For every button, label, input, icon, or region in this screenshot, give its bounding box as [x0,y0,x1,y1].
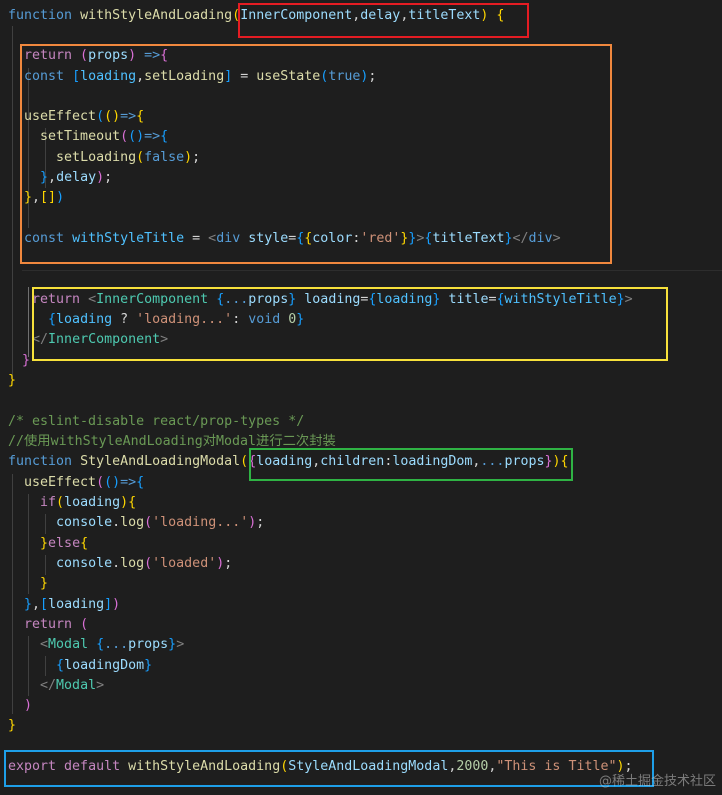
code-line: </Modal> [8,676,104,696]
code-token: } [24,597,33,612]
code-token: function [8,8,81,23]
code-line: ) [8,696,32,716]
code-token: Modal [56,678,97,693]
code-token: else [48,536,81,551]
code-line: } [8,574,48,594]
code-token: 'loaded' [152,556,217,571]
code-token: > [96,678,105,693]
code-token: ) [24,698,33,713]
code-line: {loadingDom} [8,656,152,676]
code-token: > [176,637,185,652]
code-token: ) [112,597,121,612]
code-token: ( [80,617,89,632]
code-token: } [40,576,49,591]
code-token: { [96,637,105,652]
code-token: } [40,536,49,551]
code-token: ; [256,515,265,530]
code-token: 'loading...' [152,515,249,530]
code-token: console [56,556,113,571]
code-token: return [24,617,81,632]
line-separator [22,270,722,271]
code-token: ) [120,495,129,510]
return-box [32,287,668,361]
code-token: withStyleAndLoading [80,8,233,23]
watermark: @稀土掘金技术社区 [598,774,716,789]
code-line: if(loading){ [8,493,136,513]
code-token: () [104,475,121,490]
code-line: } [22,351,30,371]
code-token: ; [224,556,233,571]
code-token: } [8,373,17,388]
code-token: </ [40,678,57,693]
code-token: useEffect [24,475,97,490]
code-token: } [22,353,31,368]
code-token: { [56,658,65,673]
code-token: } [168,637,177,652]
code-token: ( [56,495,65,510]
code-line: } [8,371,16,391]
code-token: { [80,536,89,551]
code-line: console.log('loading...'); [8,513,264,533]
code-token: [ [40,597,49,612]
code-token: loading [48,597,105,612]
code-token: Modal [48,637,97,652]
code-token: , [32,597,41,612]
code-token: loadingDom [64,658,145,673]
code-line: }else{ [8,534,88,554]
code-token: => [120,475,137,490]
code-token: ( [144,556,153,571]
hooks-box [20,44,612,264]
code-token: { [128,495,137,510]
code-line: },[loading]) [8,595,120,615]
code-token: /* eslint-disable react/prop-types */ [8,414,305,429]
code-token: if [40,495,57,510]
code-token: ( [144,515,153,530]
code-token: . [112,515,121,530]
code-line: return ( [8,615,88,635]
export-box [4,750,654,787]
code-token: ( [96,475,105,490]
code-line: <Modal {...props}> [8,635,184,655]
code-token: ] [104,597,113,612]
code-token: log [120,515,145,530]
code-token: < [40,637,49,652]
code-token: console [56,515,113,530]
code-token: function [8,454,81,469]
code-line: useEffect(()=>{ [8,473,144,493]
code-token: . [112,556,121,571]
code-token: } [8,718,17,733]
code-token: { [136,475,145,490]
code-editor[interactable]: function withStyleAndLoading(InnerCompon… [0,0,722,795]
code-token: } [144,658,153,673]
code-token: ... [104,637,129,652]
code-token: log [120,556,145,571]
props-box [249,448,573,481]
code-token: //使用withStyleAndLoading对Modal进行二次封装 [8,434,336,449]
code-line: /* eslint-disable react/prop-types */ [8,412,304,432]
code-token: loading [64,495,121,510]
code-line: console.log('loaded'); [8,554,232,574]
params-box [238,3,529,38]
code-token: StyleAndLoadingModal [80,454,241,469]
code-token: props [128,637,169,652]
code-token: ( [240,454,249,469]
code-line: } [8,716,16,736]
